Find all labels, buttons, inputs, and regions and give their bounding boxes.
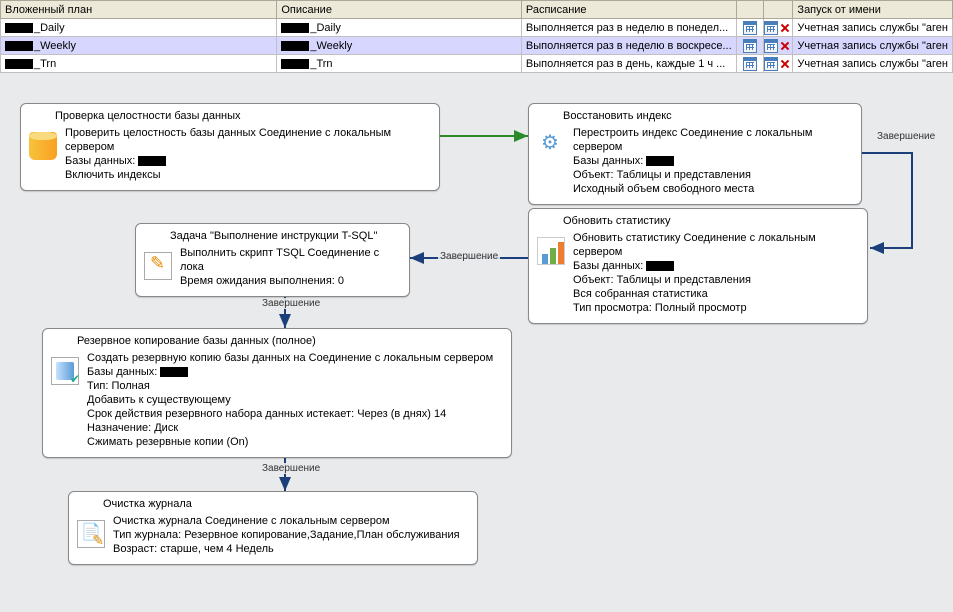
stats-icon [537,237,565,265]
col-desc-header[interactable]: Описание [277,1,522,19]
col-del-header[interactable] [764,1,793,19]
task-line: Обновить статистику Соединение с локальн… [573,231,857,259]
calendar-icon [764,39,778,53]
col-run-header[interactable]: Запуск от имени [793,1,953,19]
plan-name: _Daily [34,22,65,34]
task-title: Очистка журнала [103,498,467,510]
redacted-icon [281,59,309,69]
task-line: Сжимать резервные копии (On) [87,435,501,449]
task-line: Проверить целостность базы данных Соедин… [65,126,429,154]
task-line: Добавить к существующему [87,393,501,407]
plan-name: _Weekly [34,40,76,52]
plan-name: _Trn [34,58,56,70]
edge-label: Завершение [875,131,937,142]
edge-label: Завершение [438,251,500,262]
plan-desc: _Daily [310,22,341,34]
task-line: Исходный объем свободного места [573,182,851,196]
task-title: Обновить статистику [563,215,857,227]
task-title: Резервное копирование базы данных (полно… [77,335,501,347]
backup-icon [51,357,79,385]
col-edit-header[interactable] [736,1,764,19]
redacted-icon [281,41,309,51]
delete-icon[interactable] [778,39,792,53]
table-row[interactable]: _Trn _Trn Выполняется раз в день, каждые… [1,55,953,73]
task-check-integrity[interactable]: Проверка целостности базы данных Провери… [20,103,440,191]
table-row[interactable]: _Weekly _Weekly Выполняется раз в неделю… [1,37,953,55]
plan-desc: _Weekly [310,40,352,52]
task-title: Восстановить индекс [563,110,851,122]
calendar-icon [764,21,778,35]
task-line: Вся собранная статистика [573,287,857,301]
task-exec-tsql[interactable]: Задача "Выполнение инструкции T-SQL" Вып… [135,223,410,297]
delete-icon[interactable] [778,21,792,35]
redacted-icon [281,23,309,33]
task-line: Базы данных: [65,155,135,167]
task-line: Тип: Полная [87,379,501,393]
calendar-icon[interactable] [743,21,757,35]
task-line: Перестроить индекс Соединение с локальны… [573,126,851,154]
calendar-icon[interactable] [743,39,757,53]
task-line: Тип журнала: Резервное копирование,Задан… [113,528,467,542]
redacted-icon [5,41,33,51]
task-title: Проверка целостности базы данных [55,110,429,122]
task-line: Объект: Таблицы и представления [573,168,851,182]
database-icon [29,132,57,160]
redacted-icon [5,23,33,33]
redacted-icon [646,156,674,166]
index-icon [537,132,565,160]
task-line: Срок действия резервного набора данных и… [87,407,501,421]
task-line: Базы данных: [573,155,643,167]
task-line: Базы данных: [573,260,643,272]
run-as-text: Учетная запись службы "аген [793,37,953,55]
redacted-icon [138,156,166,166]
task-rebuild-index[interactable]: Восстановить индекс Перестроить индекс С… [528,103,862,205]
task-line: Создать резервную копию базы данных на С… [87,351,501,365]
redacted-icon [5,59,33,69]
cleanup-icon [77,520,105,548]
task-line: Возраст: старше, чем 4 Недель [113,542,467,556]
sched-text: Выполняется раз в неделю в понедел... [521,19,736,37]
task-line: Базы данных: [87,366,157,378]
sched-text: Выполняется раз в неделю в воскресе... [521,37,736,55]
col-sched-header[interactable]: Расписание [521,1,736,19]
plan-desc: _Trn [310,58,332,70]
delete-icon[interactable] [778,57,792,71]
task-line: Выполнить скрипт TSQL Соединение с лока [180,246,399,274]
task-line: Назначение: Диск [87,421,501,435]
col-plan-header[interactable]: Вложенный план [1,1,277,19]
table-row[interactable]: _Daily _Daily Выполняется раз в неделю в… [1,19,953,37]
run-as-text: Учетная запись службы "аген [793,55,953,73]
task-update-stats[interactable]: Обновить статистику Обновить статистику … [528,208,868,324]
run-as-text: Учетная запись службы "аген [793,19,953,37]
script-icon [144,252,172,280]
edge-label: Завершение [260,463,322,474]
task-line: Время ожидания выполнения: 0 [180,274,399,288]
task-line: Очистка журнала Соединение с локальным с… [113,514,467,528]
task-line: Тип просмотра: Полный просмотр [573,301,857,315]
redacted-icon [160,367,188,377]
sched-text: Выполняется раз в день, каждые 1 ч ... [521,55,736,73]
task-line: Объект: Таблицы и представления [573,273,857,287]
task-history-cleanup[interactable]: Очистка журнала Очистка журнала Соединен… [68,491,478,565]
calendar-icon[interactable] [743,57,757,71]
task-title: Задача "Выполнение инструкции T-SQL" [170,230,399,242]
task-line: Включить индексы [65,168,429,182]
redacted-icon [646,261,674,271]
maintenance-plan-canvas[interactable]: Завершение Завершение Завершение Заверше… [0,73,953,603]
task-backup-full[interactable]: Резервное копирование базы данных (полно… [42,328,512,458]
plans-grid[interactable]: Вложенный план Описание Расписание Запус… [0,0,953,73]
edge-label: Завершение [260,298,322,309]
calendar-icon [764,57,778,71]
